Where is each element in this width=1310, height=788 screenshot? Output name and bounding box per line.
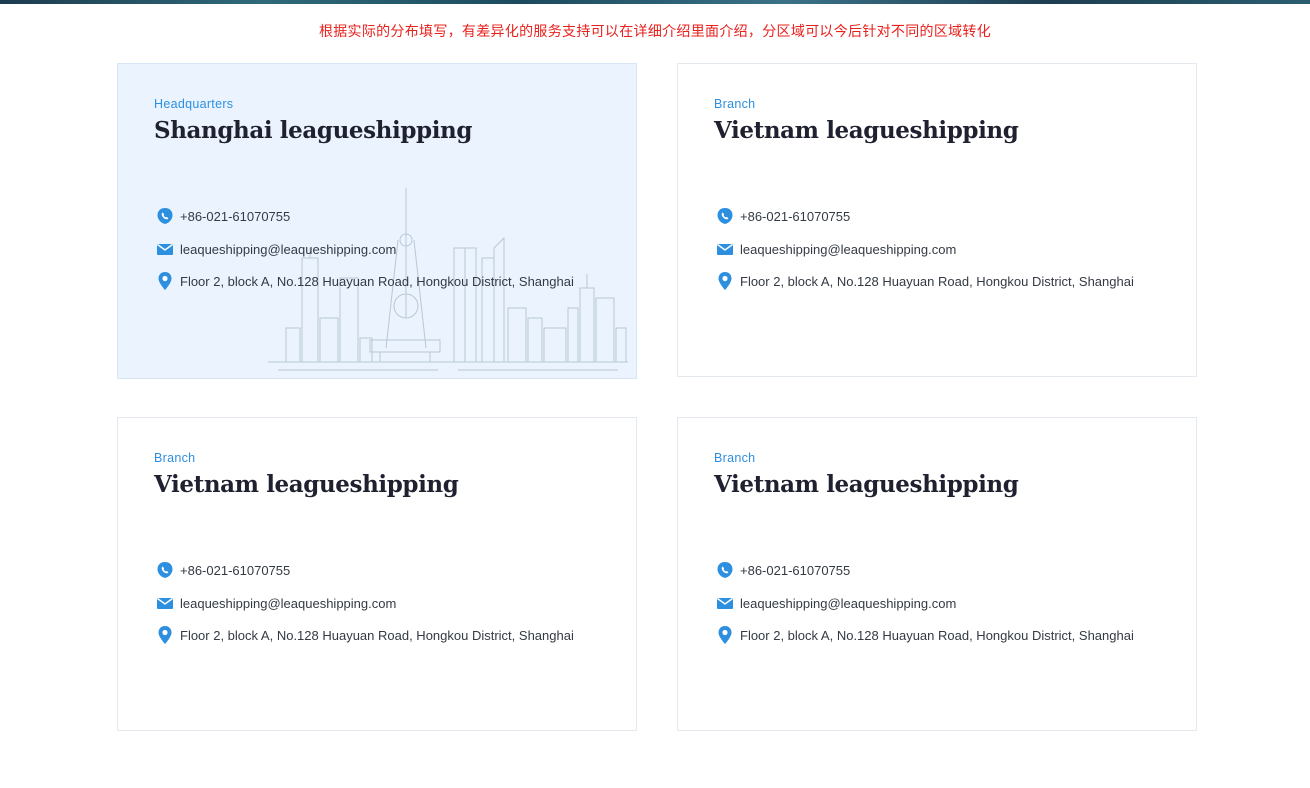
email-icon: [716, 594, 734, 612]
phone-icon: [156, 207, 174, 225]
office-card-branch: Branch Vietnam leagueshipping +86-021-61…: [677, 63, 1197, 377]
email-icon: [156, 594, 174, 612]
office-name: Vietnam leagueshipping: [154, 471, 459, 498]
location-pin-icon: [716, 272, 734, 290]
office-card-branch: Branch Vietnam leagueshipping +86-021-61…: [677, 417, 1197, 731]
office-address: Floor 2, block A, No.128 Huayuan Road, H…: [180, 627, 574, 643]
email-icon: [156, 240, 174, 258]
location-pin-icon: [156, 272, 174, 290]
phone-number[interactable]: +86-021-61070755: [180, 209, 290, 224]
phone-icon: [716, 207, 734, 225]
office-address: Floor 2, block A, No.128 Huayuan Road, H…: [740, 627, 1134, 643]
email-address[interactable]: leaqueshipping@leaqueshipping.com: [180, 242, 396, 257]
address-row: Floor 2, block A, No.128 Huayuan Road, H…: [156, 272, 574, 290]
header-banner-strip: [0, 0, 1310, 4]
office-type-label: Branch: [714, 97, 756, 111]
phone-row: +86-021-61070755: [156, 207, 290, 225]
office-address: Floor 2, block A, No.128 Huayuan Road, H…: [740, 273, 1134, 289]
phone-number[interactable]: +86-021-61070755: [740, 209, 850, 224]
office-type-label: Headquarters: [154, 97, 234, 111]
email-row: leaqueshipping@leaqueshipping.com: [156, 240, 396, 258]
phone-icon: [716, 561, 734, 579]
office-name: Vietnam leagueshipping: [714, 471, 1019, 498]
email-address[interactable]: leaqueshipping@leaqueshipping.com: [180, 596, 396, 611]
email-row: leaqueshipping@leaqueshipping.com: [156, 594, 396, 612]
phone-row: +86-021-61070755: [716, 207, 850, 225]
office-type-label: Branch: [154, 451, 196, 465]
office-address: Floor 2, block A, No.128 Huayuan Road, H…: [180, 273, 574, 289]
address-row: Floor 2, block A, No.128 Huayuan Road, H…: [716, 272, 1134, 290]
office-name: Vietnam leagueshipping: [714, 117, 1019, 144]
office-card-headquarters: Headquarters Shanghai leagueshipping +86…: [117, 63, 637, 379]
email-address[interactable]: leaqueshipping@leaqueshipping.com: [740, 242, 956, 257]
notice-text: 根据实际的分布填写，有差异化的服务支持可以在详细介绍里面介绍，分区域可以今后针对…: [318, 24, 992, 40]
office-card-branch: Branch Vietnam leagueshipping +86-021-61…: [117, 417, 637, 731]
location-pin-icon: [156, 626, 174, 644]
phone-number[interactable]: +86-021-61070755: [740, 563, 850, 578]
email-row: leaqueshipping@leaqueshipping.com: [716, 594, 956, 612]
phone-row: +86-021-61070755: [716, 561, 850, 579]
email-row: leaqueshipping@leaqueshipping.com: [716, 240, 956, 258]
phone-icon: [156, 561, 174, 579]
address-row: Floor 2, block A, No.128 Huayuan Road, H…: [716, 626, 1134, 644]
phone-number[interactable]: +86-021-61070755: [180, 563, 290, 578]
phone-row: +86-021-61070755: [156, 561, 290, 579]
location-pin-icon: [716, 626, 734, 644]
email-icon: [716, 240, 734, 258]
office-name: Shanghai leagueshipping: [154, 117, 473, 144]
office-type-label: Branch: [714, 451, 756, 465]
email-address[interactable]: leaqueshipping@leaqueshipping.com: [740, 596, 956, 611]
address-row: Floor 2, block A, No.128 Huayuan Road, H…: [156, 626, 574, 644]
